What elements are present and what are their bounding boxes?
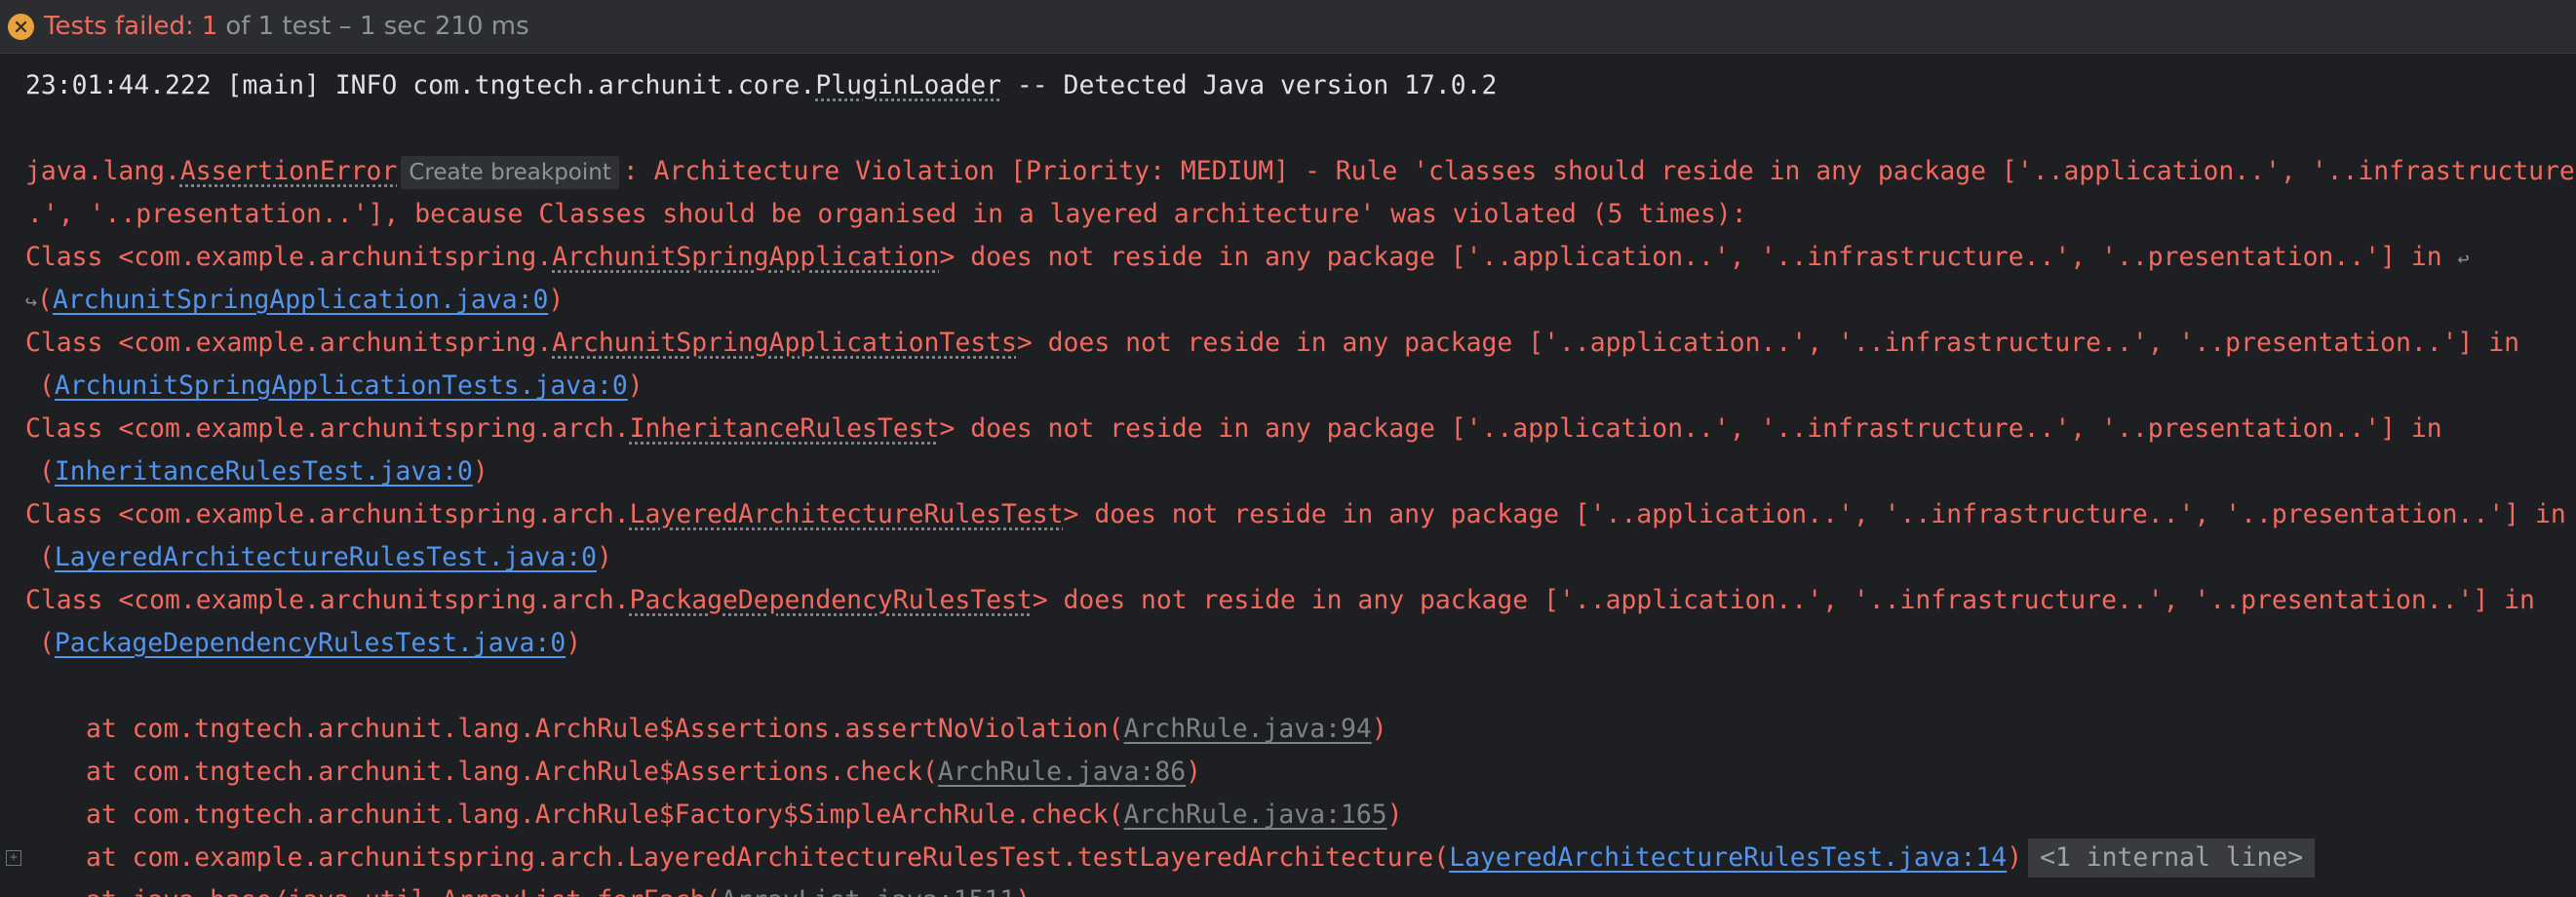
file-link[interactable]: ArchunitSpringApplicationTests.java:0	[55, 370, 628, 401]
stack-frame: at com.tngtech.archunit.lang.ArchRule$As…	[86, 714, 1387, 744]
stack-file-link[interactable]: ArrayList.java:1511	[721, 885, 1015, 897]
test-failed-icon	[8, 13, 34, 40]
file-link[interactable]: LayeredArchitectureRulesTest.java:0	[55, 542, 597, 572]
violation-line: Class <com.example.archunitspring.Archun…	[25, 328, 2520, 358]
status-failed-count: 1	[201, 12, 218, 41]
soft-wrap-icon: ↪	[25, 290, 38, 313]
violation-line: Class <com.example.archunitspring.Archun…	[25, 242, 2470, 272]
violation-location: (LayeredArchitectureRulesTest.java:0)	[39, 542, 612, 572]
violation-location: (ArchunitSpringApplicationTests.java:0)	[39, 370, 644, 401]
assertion-error-line: java.lang.AssertionError Create breakpoin…	[25, 150, 2576, 193]
violation-location: ↪(ArchunitSpringApplication.java:0)	[25, 285, 565, 315]
violation-location: (InheritanceRulesTest.java:0)	[39, 456, 488, 487]
stack-file-link[interactable]: ArchRule.java:165	[1124, 800, 1387, 830]
assertion-error-line-2: .', '..presentation..'], because Classes…	[27, 199, 1747, 229]
violation-line: Class <com.example.archunitspring.arch.L…	[25, 499, 2566, 529]
file-link[interactable]: InheritanceRulesTest.java:0	[55, 456, 473, 487]
violation-line: Class <com.example.archunitspring.arch.I…	[25, 413, 2442, 444]
violation-line: Class <com.example.archunitspring.arch.P…	[25, 585, 2535, 615]
stack-frame: at com.tngtech.archunit.lang.ArchRule$Fa…	[86, 800, 1403, 830]
status-summary: of 1 test – 1 sec 210 ms	[225, 12, 529, 41]
log-class-ref: PluginLoader	[815, 70, 1001, 100]
stack-file-link[interactable]: ArchRule.java:86	[938, 757, 1186, 787]
soft-wrap-icon: ↩	[2457, 247, 2470, 270]
stack-frame: at com.example.archunitspring.arch.Layer…	[86, 837, 2316, 879]
status-failed-label: Tests failed:	[44, 12, 194, 41]
test-status-bar: Tests failed: 1 of 1 test – 1 sec 210 ms	[0, 0, 2576, 54]
violation-location: (PackageDependencyRulesTest.java:0)	[39, 628, 582, 658]
stack-file-link[interactable]: LayeredArchitectureRulesTest.java:14	[1449, 842, 2007, 873]
file-link[interactable]: PackageDependencyRulesTest.java:0	[55, 628, 566, 658]
create-breakpoint-hint[interactable]: Create breakpoint	[401, 156, 619, 189]
log-info-line: 23:01:44.222 [main] INFO com.tngtech.arc…	[25, 70, 1498, 100]
stack-frame: at java.base/java.util.ArrayList.forEach…	[86, 879, 1031, 897]
internal-lines-toggle[interactable]: <1 internal line>	[2028, 838, 2316, 878]
console-output[interactable]: 23:01:44.222 [main] INFO com.tngtech.arc…	[0, 55, 2576, 897]
expand-fold-icon[interactable]: +	[6, 850, 21, 866]
file-link[interactable]: ArchunitSpringApplication.java:0	[53, 285, 548, 315]
exception-type[interactable]: AssertionError	[180, 156, 397, 186]
stack-file-link[interactable]: ArchRule.java:94	[1124, 714, 1372, 744]
stack-frame: at com.tngtech.archunit.lang.ArchRule$As…	[86, 757, 1201, 787]
